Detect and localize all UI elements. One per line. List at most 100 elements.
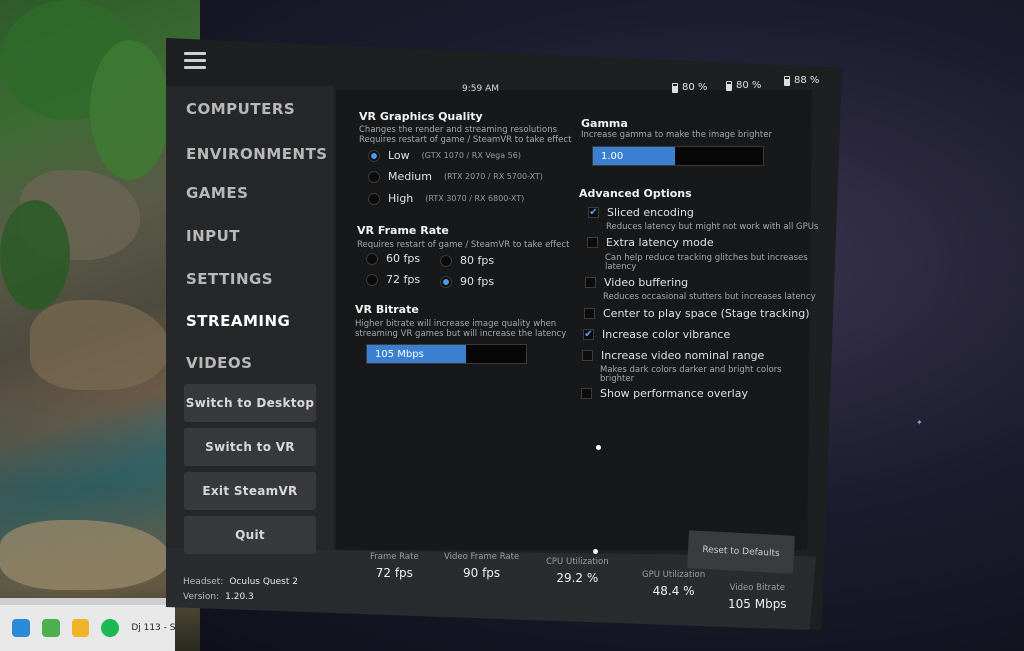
frame-rate-option-90[interactable]: 90 fps (440, 275, 494, 288)
radio-button[interactable] (368, 192, 380, 205)
battery-level: 80 % (736, 80, 762, 91)
clock: 9:59 AM (462, 84, 499, 94)
taskbar-item-label[interactable]: Dj 113 - S (131, 623, 175, 633)
center-play-space-checkbox[interactable]: Center to play space (Stage tracking) (584, 307, 809, 320)
image-viewer-icon[interactable] (41, 619, 60, 637)
advanced-options-title: Advanced Options (579, 187, 692, 200)
checkbox-label: Sliced encoding (607, 206, 694, 219)
checkbox[interactable]: ✔ (583, 329, 594, 340)
stat-cpu-utilization: CPU Utilization 29.2 % (546, 557, 609, 585)
sidebar-item-environments[interactable]: ENVIRONMENTS (186, 145, 328, 163)
battery-indicator: 80 % (726, 80, 761, 91)
checkbox[interactable]: ✔ (588, 207, 599, 218)
frame-rate-option-72[interactable]: 72 fps (366, 273, 420, 286)
graphics-quality-desc: Changes the render and streaming resolut… (359, 125, 558, 135)
stat-value: 29.2 % (556, 571, 599, 585)
radio-button[interactable] (440, 254, 452, 267)
quality-option-high[interactable]: High (RTX 3070 / RX 6800-XT) (368, 192, 524, 205)
stat-gpu-utilization: GPU Utilization 48.4 % (642, 570, 705, 598)
version-label: Version: (183, 592, 220, 602)
headset-info: Headset: Oculus Quest 2 (183, 577, 298, 587)
rock (0, 520, 170, 590)
checkbox-label: Increase color vibrance (602, 328, 731, 341)
sidebar-item-videos[interactable]: VIDEOS (186, 354, 252, 372)
radio-button[interactable] (366, 252, 378, 265)
quit-button[interactable]: Quit (184, 516, 316, 554)
bitrate-slider[interactable]: 105 Mbps (366, 344, 527, 364)
checkbox-label: Show performance overlay (600, 387, 748, 400)
stat-frame-rate: Frame Rate 72 fps (370, 552, 419, 580)
foliage (90, 40, 170, 180)
checkbox[interactable] (585, 277, 596, 288)
spotify-icon[interactable] (101, 619, 120, 637)
switch-to-desktop-button[interactable]: Switch to Desktop (184, 384, 316, 422)
stat-value: 48.4 % (652, 584, 695, 598)
graphics-quality-desc: Requires restart of game / SteamVR to ta… (359, 135, 572, 145)
frame-rate-option-60[interactable]: 60 fps (366, 252, 420, 265)
bitrate-desc: Higher bitrate will increase image quali… (355, 319, 557, 329)
folder-icon[interactable] (71, 619, 90, 637)
frame-rate-option-80[interactable]: 80 fps (440, 254, 494, 267)
checkbox[interactable] (582, 350, 593, 361)
exit-steamvr-button[interactable]: Exit SteamVR (184, 472, 316, 510)
show-performance-overlay-checkbox[interactable]: Show performance overlay (581, 387, 748, 400)
checkbox-label: Extra latency mode (606, 236, 714, 249)
pointer-dot (593, 549, 598, 554)
quality-option-low[interactable]: Low (GTX 1070 / RX Vega 56) (368, 149, 521, 162)
sidebar-item-streaming[interactable]: STREAMING (186, 312, 290, 330)
increase-color-vibrance-checkbox[interactable]: ✔ Increase color vibrance (583, 328, 730, 341)
sidebar-item-computers[interactable]: COMPUTERS (186, 100, 295, 118)
sidebar-item-games[interactable]: GAMES (186, 184, 248, 202)
option-hint: (RTX 2070 / RX 5700-XT) (443, 172, 543, 181)
option-label: Low (388, 149, 410, 162)
graphics-quality-title: VR Graphics Quality (359, 110, 483, 123)
extra-latency-mode-checkbox[interactable]: Extra latency mode (587, 236, 714, 249)
radio-button[interactable] (440, 275, 452, 288)
option-desc: brighter (600, 374, 635, 384)
battery-indicator: 88 % (784, 75, 819, 86)
sidebar-item-input[interactable]: INPUT (186, 227, 240, 245)
radio-button[interactable] (368, 149, 380, 162)
option-hint: (RTX 3070 / RX 6800-XT) (425, 194, 525, 203)
option-desc: Reduces latency but might not work with … (606, 222, 819, 232)
version-info: Version: 1.20.3 (183, 592, 254, 602)
checkbox[interactable] (587, 237, 598, 248)
option-label: High (388, 192, 414, 205)
headset-value: Oculus Quest 2 (229, 577, 298, 587)
frame-rate-desc: Requires restart of game / SteamVR to ta… (357, 240, 570, 250)
battery-icon (672, 82, 678, 93)
taskbar: Dj 113 - S (0, 605, 175, 651)
checkbox-label: Increase video nominal range (601, 349, 765, 362)
gamma-desc: Increase gamma to make the image brighte… (581, 130, 772, 140)
option-label: 80 fps (460, 254, 495, 267)
bitrate-desc: streaming VR games but will increase the… (355, 329, 567, 339)
stat-label: GPU Utilization (642, 570, 706, 580)
radio-button[interactable] (366, 273, 378, 286)
pointer-dot (596, 445, 601, 450)
battery-icon (784, 75, 790, 86)
stat-label: Video Frame Rate (444, 552, 520, 562)
video-buffering-checkbox[interactable]: Video buffering (585, 276, 688, 289)
sidebar-item-settings[interactable]: SETTINGS (186, 270, 273, 288)
option-desc: latency (605, 262, 637, 272)
switch-to-vr-button[interactable]: Switch to VR (184, 428, 316, 466)
slider-value: 1.00 (601, 151, 624, 162)
increase-video-nominal-range-checkbox[interactable]: Increase video nominal range (582, 349, 764, 362)
option-hint: (GTX 1070 / RX Vega 56) (421, 151, 521, 160)
menu-icon[interactable] (184, 52, 206, 73)
sliced-encoding-checkbox[interactable]: ✔ Sliced encoding (588, 206, 694, 219)
checkbox[interactable] (584, 308, 595, 319)
radio-button[interactable] (368, 170, 380, 183)
stat-video-frame-rate: Video Frame Rate 90 fps (444, 552, 519, 580)
option-label: Medium (388, 170, 432, 183)
gamma-slider[interactable]: 1.00 (592, 146, 764, 166)
foliage (0, 200, 70, 310)
battery-level: 88 % (794, 75, 820, 86)
reset-to-defaults-button[interactable]: Reset to Defaults (687, 530, 795, 574)
checkbox[interactable] (581, 388, 592, 399)
battery-indicator: 80 % (672, 82, 707, 93)
stat-value: 72 fps (375, 566, 413, 580)
quality-option-medium[interactable]: Medium (RTX 2070 / RX 5700-XT) (368, 170, 543, 183)
telegram-icon[interactable] (12, 619, 30, 637)
stat-video-bitrate: Video Bitrate 105 Mbps (728, 583, 787, 611)
